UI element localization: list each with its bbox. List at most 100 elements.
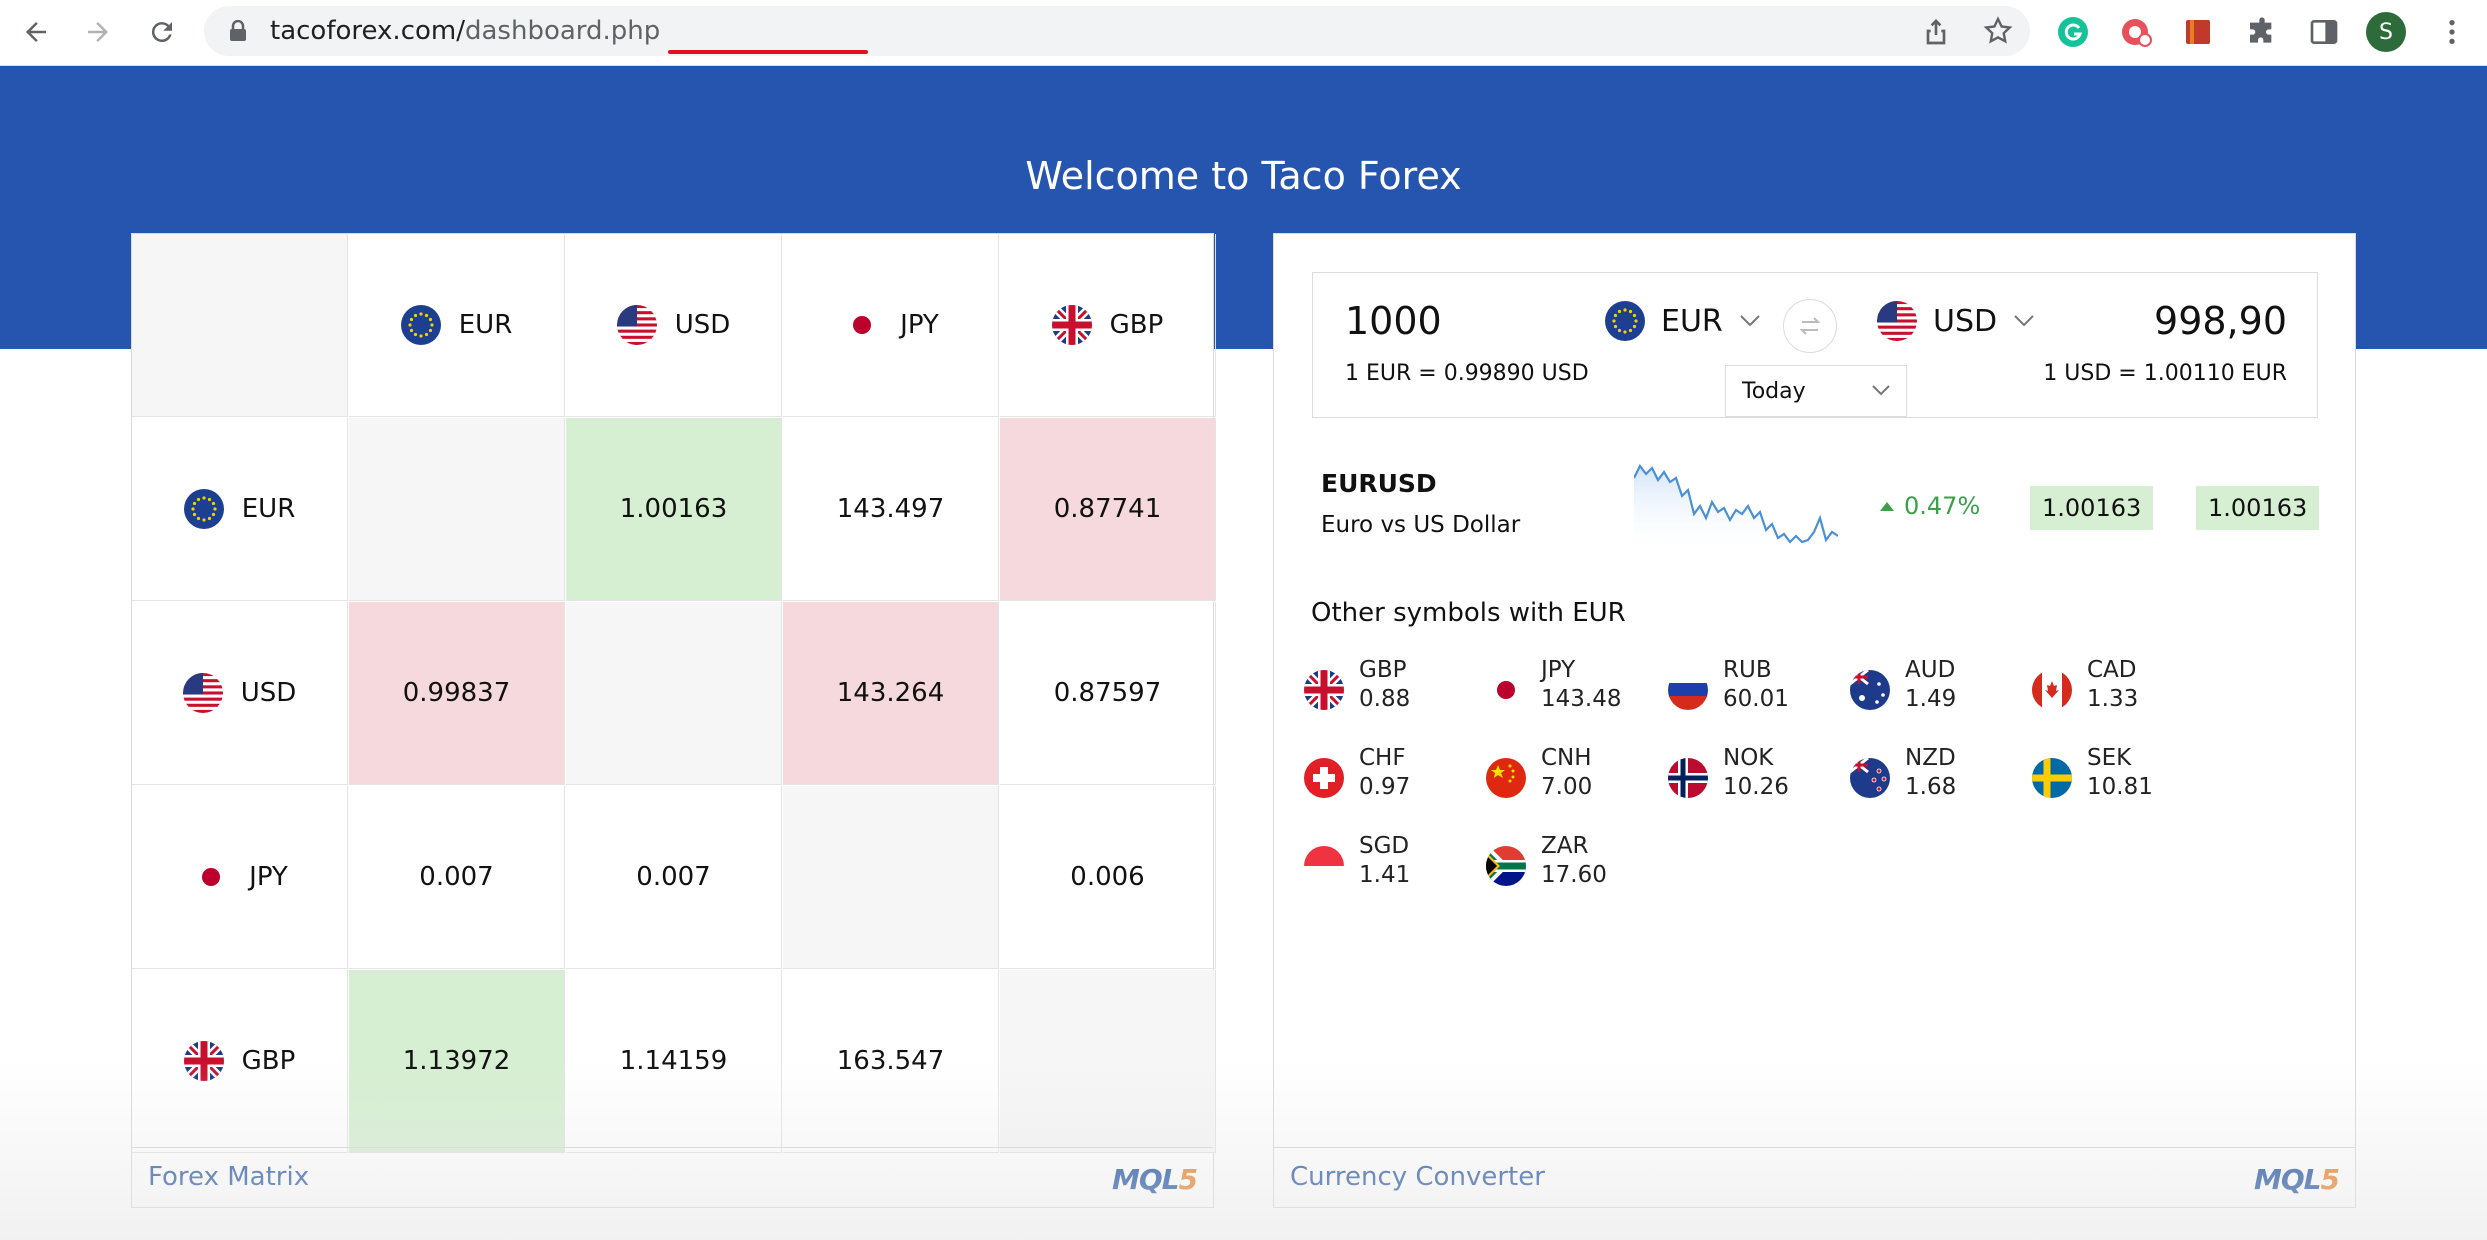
currency-converter-panel: 1000 1 EUR = 0.99890 USD EUR USD Today 9… [1273, 233, 2356, 1208]
up-arrow-icon [1880, 501, 1894, 511]
matrix-column-label: JPY [900, 310, 939, 340]
symbol-name[interactable]: EURUSD [1321, 469, 1437, 498]
puzzle-icon[interactable] [2242, 12, 2282, 52]
forex-matrix-panel: EUR USD JPY GBP EUR 1.00163 143.497 0.87741 USD 0… [131, 233, 1216, 1208]
forex-matrix-link[interactable]: Forex Matrix [148, 1162, 309, 1192]
other-symbol-value: 1.68 [1905, 774, 1957, 800]
other-symbol-code: SEK [2087, 745, 2132, 771]
other-symbol-code: CHF [1359, 745, 1406, 771]
forward-icon[interactable] [78, 12, 118, 52]
other-symbol-code: GBP [1359, 657, 1407, 683]
to-currency-select[interactable]: USD [1877, 301, 2035, 341]
matrix-cell-gbp-eur[interactable]: 1.13972 [349, 970, 565, 1153]
page-title: Welcome to Taco Forex [1025, 154, 1462, 198]
eur-flag-icon [400, 305, 441, 345]
bid-price: 1.00163 [2030, 486, 2154, 530]
other-symbol-jpy[interactable]: JPY 143.48 [1486, 655, 1666, 725]
other-symbol-value: 10.81 [2087, 774, 2153, 800]
grammarly-icon[interactable] [2053, 12, 2093, 52]
matrix-column-header-gbp[interactable]: GBP [1000, 234, 1216, 417]
matrix-cell-jpy-gbp[interactable]: 0.006 [1000, 786, 1216, 969]
other-symbol-chf[interactable]: CHF 0.97 [1304, 743, 1484, 813]
aud-flag-icon [1850, 670, 1890, 710]
matrix-cell-usd-usd [566, 602, 782, 785]
eur-flag-icon [183, 489, 224, 529]
nzd-flag-icon [1850, 758, 1890, 798]
nok-flag-icon [1668, 758, 1708, 798]
matrix-row-header-eur[interactable]: EUR [132, 418, 348, 601]
zar-flag-icon [1486, 846, 1526, 886]
other-symbol-code: SGD [1359, 833, 1410, 859]
other-symbol-aud[interactable]: AUD 1.49 [1850, 655, 2030, 725]
matrix-column-header-jpy[interactable]: JPY [783, 234, 999, 417]
cad-flag-icon [2032, 670, 2072, 710]
matrix-cell-gbp-jpy[interactable]: 163.547 [783, 970, 999, 1153]
mql5-logo[interactable]: MQL5 [2254, 1163, 2340, 1196]
period-select[interactable]: Today [1725, 365, 1907, 417]
other-symbol-zar[interactable]: ZAR 17.60 [1486, 831, 1666, 901]
side-panel-icon[interactable] [2304, 12, 2344, 52]
matrix-row-label: JPY [249, 862, 288, 892]
other-symbol-rub[interactable]: RUB 60.01 [1668, 655, 1848, 725]
jpy-flag-icon [842, 305, 883, 345]
other-symbol-cnh[interactable]: CNH 7.00 [1486, 743, 1666, 813]
matrix-cell-jpy-usd[interactable]: 0.007 [566, 786, 782, 969]
other-symbol-nzd[interactable]: NZD 1.68 [1850, 743, 2030, 813]
browser-toolbar: tacoforex.com/dashboard.php S [0, 0, 2487, 66]
swap-currencies-button[interactable] [1783, 299, 1837, 353]
mql5-logo[interactable]: MQL5 [1112, 1163, 1199, 1196]
other-symbol-cad[interactable]: CAD 1.33 [2032, 655, 2212, 725]
rub-flag-icon [1668, 670, 1708, 710]
other-symbol-code: NOK [1723, 745, 1774, 771]
matrix-row-header-gbp[interactable]: GBP [132, 970, 348, 1153]
gbp-flag-icon [1304, 670, 1344, 710]
matrix-column-header-usd[interactable]: USD [566, 234, 782, 417]
other-symbol-value: 7.00 [1541, 774, 1593, 800]
matrix-cell-eur-eur [349, 418, 565, 601]
other-symbol-code: AUD [1905, 657, 1956, 683]
matrix-column-label: USD [674, 310, 731, 340]
matrix-cell-gbp-usd[interactable]: 1.14159 [566, 970, 782, 1153]
matrix-row-header-usd[interactable]: USD [132, 602, 348, 785]
currency-converter-link[interactable]: Currency Converter [1290, 1162, 1545, 1192]
matrix-cell-eur-gbp[interactable]: 0.87741 [1000, 418, 1216, 601]
matrix-cell-eur-jpy[interactable]: 143.497 [783, 418, 999, 601]
matrix-cell-eur-usd[interactable]: 1.00163 [566, 418, 782, 601]
menu-icon[interactable] [2432, 12, 2472, 52]
symbol-sparkline [1634, 463, 1838, 556]
extension-icon[interactable] [2116, 12, 2156, 52]
other-symbol-code: ZAR [1541, 833, 1589, 859]
from-currency-select[interactable]: EUR [1605, 301, 1761, 341]
sgd-flag-icon [1304, 846, 1344, 886]
symbol-change-value: 0.47% [1904, 492, 1981, 520]
other-symbol-nok[interactable]: NOK 10.26 [1668, 743, 1848, 813]
period-label: Today [1742, 379, 1806, 404]
swap-icon [1799, 317, 1821, 335]
other-symbol-value: 1.49 [1905, 686, 1957, 712]
back-icon[interactable] [16, 12, 56, 52]
bookmark-app-icon[interactable] [2178, 12, 2218, 52]
matrix-row-header-jpy[interactable]: JPY [132, 786, 348, 969]
bookmark-star-icon[interactable] [1982, 15, 2014, 47]
other-symbol-gbp[interactable]: GBP 0.88 [1304, 655, 1484, 725]
address-bar[interactable]: tacoforex.com/dashboard.php [204, 6, 2030, 56]
amount-input[interactable]: 1000 [1345, 299, 1442, 343]
other-symbol-sek[interactable]: SEK 10.81 [2032, 743, 2212, 813]
matrix-cell-usd-gbp[interactable]: 0.87597 [1000, 602, 1216, 785]
usd-flag-icon [616, 305, 657, 345]
other-symbol-value: 1.33 [2087, 686, 2139, 712]
matrix-column-header-eur[interactable]: EUR [349, 234, 565, 417]
matrix-cell-jpy-eur[interactable]: 0.007 [349, 786, 565, 969]
matrix-cell-usd-jpy[interactable]: 143.264 [783, 602, 999, 785]
matrix-row-label: GBP [241, 1046, 296, 1076]
matrix-cell-usd-eur[interactable]: 0.99837 [349, 602, 565, 785]
chevron-down-icon [1740, 315, 1760, 327]
other-symbol-value: 60.01 [1723, 686, 1789, 712]
reload-icon[interactable] [142, 12, 182, 52]
other-symbol-sgd[interactable]: SGD 1.41 [1304, 831, 1484, 901]
other-symbol-value: 143.48 [1541, 686, 1622, 712]
matrix-cell-gbp-gbp [1000, 970, 1216, 1153]
mql5-logo-digit: 5 [1178, 1163, 1199, 1196]
profile-avatar[interactable]: S [2366, 12, 2406, 52]
share-icon[interactable] [1920, 15, 1952, 47]
